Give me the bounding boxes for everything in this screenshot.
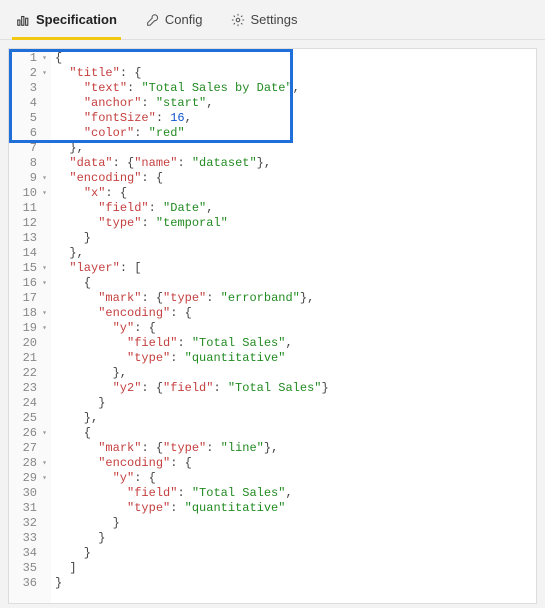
line-number: 31 <box>9 501 51 516</box>
line-number: 35 <box>9 561 51 576</box>
line-number: 12 <box>9 216 51 231</box>
code-line[interactable]: { <box>55 276 532 291</box>
line-number: 11 <box>9 201 51 216</box>
fold-icon[interactable]: ▾ <box>39 306 47 321</box>
line-number: 3 <box>9 81 51 96</box>
line-number: 36 <box>9 576 51 591</box>
code-line[interactable]: "title": { <box>55 66 532 81</box>
chart-icon <box>16 13 30 27</box>
code-line[interactable]: "anchor": "start", <box>55 96 532 111</box>
code-line[interactable]: "mark": {"type": "line"}, <box>55 441 532 456</box>
line-number: 25 <box>9 411 51 426</box>
code-line[interactable]: } <box>55 231 532 246</box>
fold-icon[interactable]: ▾ <box>39 261 47 276</box>
fold-icon[interactable]: ▾ <box>39 276 47 291</box>
line-number: 9▾ <box>9 171 51 186</box>
line-number: 33 <box>9 531 51 546</box>
code-line[interactable]: "data": {"name": "dataset"}, <box>55 156 532 171</box>
fold-icon[interactable]: ▾ <box>39 471 47 486</box>
line-number: 22 <box>9 366 51 381</box>
code-editor[interactable]: 1▾2▾3456789▾10▾1112131415▾16▾1718▾19▾202… <box>8 48 537 604</box>
code-line[interactable]: "field": "Total Sales", <box>55 336 532 351</box>
code-line[interactable]: "text": "Total Sales by Date", <box>55 81 532 96</box>
code-line[interactable]: }, <box>55 141 532 156</box>
code-line[interactable]: }, <box>55 366 532 381</box>
code-line[interactable]: "y": { <box>55 471 532 486</box>
code-line[interactable]: "type": "temporal" <box>55 216 532 231</box>
tab-config[interactable]: Config <box>137 1 211 39</box>
line-number: 7 <box>9 141 51 156</box>
code-line[interactable]: } <box>55 576 532 591</box>
line-number: 1▾ <box>9 51 51 66</box>
code-line[interactable]: "field": "Total Sales", <box>55 486 532 501</box>
gear-icon <box>231 13 245 27</box>
line-number: 5 <box>9 111 51 126</box>
fold-icon[interactable]: ▾ <box>39 171 47 186</box>
line-number: 15▾ <box>9 261 51 276</box>
line-number: 30 <box>9 486 51 501</box>
code-line[interactable]: "y2": {"field": "Total Sales"} <box>55 381 532 396</box>
line-number: 2▾ <box>9 66 51 81</box>
code-line[interactable]: "encoding": { <box>55 171 532 186</box>
fold-icon[interactable]: ▾ <box>39 456 47 471</box>
tab-label: Config <box>165 12 203 27</box>
fold-icon[interactable]: ▾ <box>39 426 47 441</box>
fold-icon[interactable]: ▾ <box>39 186 47 201</box>
code-line[interactable]: } <box>55 546 532 561</box>
code-line[interactable]: "layer": [ <box>55 261 532 276</box>
line-number: 19▾ <box>9 321 51 336</box>
code-line[interactable]: "y": { <box>55 321 532 336</box>
line-number: 13 <box>9 231 51 246</box>
code-line[interactable]: "encoding": { <box>55 306 532 321</box>
line-number: 17 <box>9 291 51 306</box>
code-area[interactable]: { "title": { "text": "Total Sales by Dat… <box>51 49 536 603</box>
code-line[interactable]: }, <box>55 411 532 426</box>
tab-label: Specification <box>36 12 117 27</box>
code-line[interactable]: "color": "red" <box>55 126 532 141</box>
fold-icon[interactable]: ▾ <box>39 321 47 336</box>
line-number: 26▾ <box>9 426 51 441</box>
line-number: 24 <box>9 396 51 411</box>
line-number: 14 <box>9 246 51 261</box>
code-line[interactable]: { <box>55 51 532 66</box>
tab-label: Settings <box>251 12 298 27</box>
code-line[interactable]: } <box>55 396 532 411</box>
line-number: 28▾ <box>9 456 51 471</box>
line-number: 34 <box>9 546 51 561</box>
line-number: 10▾ <box>9 186 51 201</box>
line-number: 23 <box>9 381 51 396</box>
tab-bar: Specification Config Settings <box>0 0 545 40</box>
tab-settings[interactable]: Settings <box>223 1 306 39</box>
line-number: 16▾ <box>9 276 51 291</box>
code-line[interactable]: } <box>55 516 532 531</box>
code-line[interactable]: ] <box>55 561 532 576</box>
line-number: 4 <box>9 96 51 111</box>
line-number: 27 <box>9 441 51 456</box>
code-line[interactable]: } <box>55 531 532 546</box>
code-line[interactable]: "encoding": { <box>55 456 532 471</box>
code-line[interactable]: "fontSize": 16, <box>55 111 532 126</box>
fold-icon[interactable]: ▾ <box>39 66 47 81</box>
code-line[interactable]: "x": { <box>55 186 532 201</box>
line-number: 29▾ <box>9 471 51 486</box>
line-number: 21 <box>9 351 51 366</box>
line-number: 18▾ <box>9 306 51 321</box>
code-line[interactable]: "type": "quantitative" <box>55 351 532 366</box>
code-line[interactable]: { <box>55 426 532 441</box>
fold-icon[interactable]: ▾ <box>39 51 47 66</box>
tab-specification[interactable]: Specification <box>8 1 125 39</box>
code-line[interactable]: "mark": {"type": "errorband"}, <box>55 291 532 306</box>
line-number: 20 <box>9 336 51 351</box>
code-line[interactable]: "field": "Date", <box>55 201 532 216</box>
code-line[interactable]: }, <box>55 246 532 261</box>
line-number: 32 <box>9 516 51 531</box>
code-line[interactable]: "type": "quantitative" <box>55 501 532 516</box>
line-number: 8 <box>9 156 51 171</box>
line-number: 6 <box>9 126 51 141</box>
line-gutter: 1▾2▾3456789▾10▾1112131415▾16▾1718▾19▾202… <box>9 49 51 603</box>
wrench-icon <box>145 13 159 27</box>
